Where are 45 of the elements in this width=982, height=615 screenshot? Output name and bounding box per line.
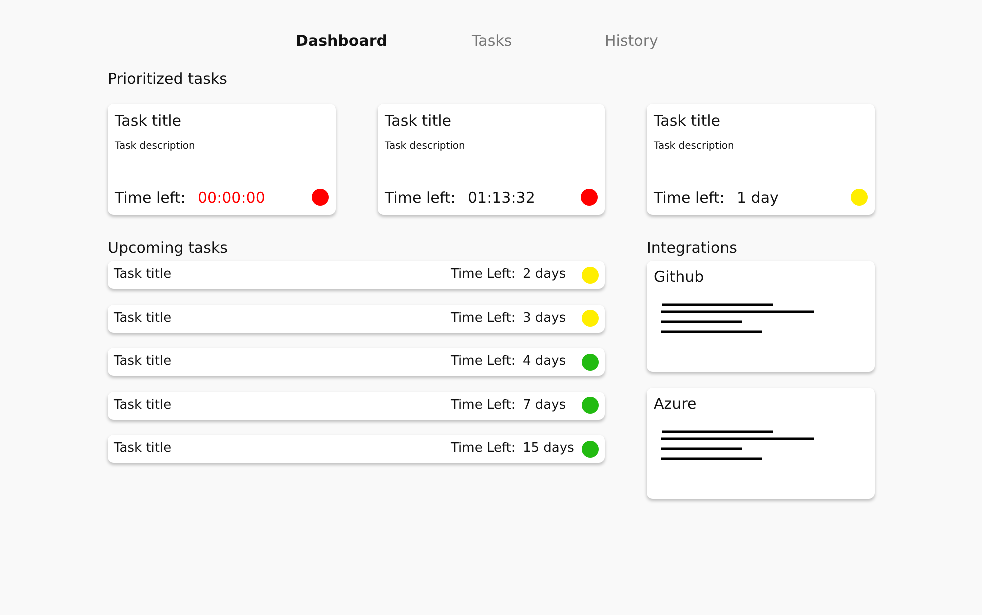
task-title: Task title	[114, 266, 172, 284]
integration-name: Github	[654, 267, 706, 288]
task-title: Task title	[654, 111, 722, 132]
task-title: Task title	[114, 353, 172, 372]
time-label: Time left:	[385, 188, 457, 208]
time-label: Time Left:	[451, 396, 517, 415]
task-card[interactable]: Task title Task description Time left: 1 day	[647, 104, 875, 215]
nav-tab[interactable]: Tasks	[472, 30, 512, 52]
task-row[interactable]: Task title Time Left: 15 days	[108, 435, 605, 463]
time-value: 00:00:00	[198, 188, 266, 208]
time-value: 4 days	[523, 353, 568, 372]
task-title: Task title	[115, 111, 182, 132]
task-row[interactable]: Task title Time Left: 2 days	[108, 261, 605, 289]
time-value: 2 days	[523, 266, 568, 284]
integration-name: Azure	[654, 394, 698, 415]
nav-tab[interactable]: Dashboard	[296, 30, 388, 52]
nav-tab[interactable]: History	[605, 30, 658, 52]
section-heading: Prioritized tasks	[108, 69, 228, 90]
integration-card[interactable]: Github	[647, 261, 875, 372]
integration-card[interactable]: Azure	[647, 388, 875, 499]
time-label: Time Left:	[451, 266, 517, 284]
task-title: Task title	[385, 111, 452, 132]
task-row[interactable]: Task title Time Left: 7 days	[108, 392, 605, 420]
task-title: Task title	[114, 396, 172, 415]
time-label: Time Left:	[451, 310, 517, 328]
time-value: 15 days	[523, 440, 576, 458]
time-label: Time Left:	[451, 440, 517, 458]
task-card[interactable]: Task title Task description Time left: 01:13:32	[378, 104, 605, 215]
time-value: 1 day	[737, 188, 779, 208]
task-card[interactable]: Task title Task description Time left: 00:00:00	[108, 104, 336, 215]
task-description: Task description	[654, 140, 736, 154]
task-row[interactable]: Task title Time Left: 4 days	[108, 348, 605, 376]
task-description: Task description	[115, 140, 196, 154]
time-value: 7 days	[523, 396, 568, 415]
time-value: 01:13:32	[468, 188, 536, 208]
task-description: Task description	[385, 140, 466, 154]
section-heading: Upcoming tasks	[108, 238, 229, 259]
task-row[interactable]: Task title Time Left: 3 days	[108, 304, 605, 332]
time-label: Time left:	[115, 188, 187, 208]
task-title: Task title	[114, 440, 172, 458]
task-title: Task title	[114, 310, 172, 328]
time-value: 3 days	[523, 310, 568, 328]
time-label: Time Left:	[451, 353, 517, 372]
section-heading: Integrations	[647, 238, 738, 259]
time-label: Time left:	[654, 188, 726, 208]
